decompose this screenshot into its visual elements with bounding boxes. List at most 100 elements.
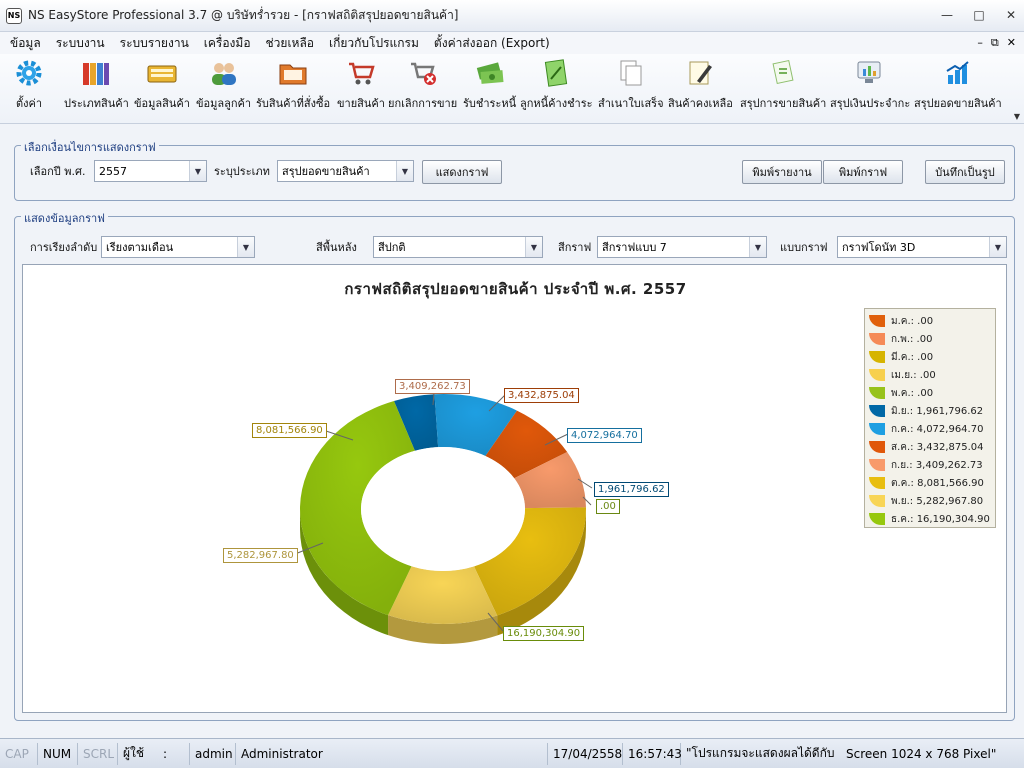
menu-reports[interactable]: ระบบรายงาน <box>120 34 189 53</box>
mdi-restore-icon[interactable]: ⧉ <box>991 36 999 50</box>
status-bar: CAP NUM SCRL ผู้ใช้ : admin Administrato… <box>0 738 1024 768</box>
chevron-down-icon[interactable]: ▼ <box>189 161 206 181</box>
sort-select[interactable]: เรียงตามเดือน ▼ <box>101 236 255 258</box>
legend-label: มี.ค.: .00 <box>891 351 934 363</box>
legend-item: ต.ค.: 8,081,566.90 <box>869 474 995 492</box>
menu-data[interactable]: ข้อมูล <box>10 34 41 53</box>
toolbar: ตั้งค่า ประเภทสินค้า ข้อมูลสินค้า ข้อมูล… <box>0 54 1024 124</box>
legend-swatch <box>869 405 885 417</box>
status-role: Administrator <box>236 742 548 765</box>
chart-panel: กราฟสถิติสรุปยอดขายสินค้า ประจำปี พ.ศ. 2… <box>22 264 1007 713</box>
legend-item: มิ.ย.: 1,961,796.62 <box>869 402 995 420</box>
toolbar-cancel-sale-button[interactable]: ยกเลิกการขาย <box>388 58 457 120</box>
background-label: สีพื้นหลัง <box>316 241 357 254</box>
app-icon: NS <box>6 7 22 24</box>
menu-system[interactable]: ระบบงาน <box>56 34 105 53</box>
legend-label: ม.ค.: .00 <box>891 315 934 327</box>
year-label: เลือกปี พ.ศ. <box>30 165 86 178</box>
legend-swatch <box>869 495 885 507</box>
graph-style-select[interactable]: กราฟโดนัท 3D ▼ <box>837 236 1007 258</box>
minimize-icon[interactable]: — <box>940 8 954 22</box>
status-cap: CAP <box>0 742 38 765</box>
menu-bar: ข้อมูล ระบบงาน ระบบรายงาน เครื่องมือ ช่ว… <box>0 32 1024 54</box>
menu-about[interactable]: เกี่ยวกับโปรแกรม <box>329 34 419 53</box>
bar-chart-icon <box>943 58 973 88</box>
folder-icon <box>278 58 308 88</box>
legend-swatch <box>869 315 885 327</box>
chevron-down-icon[interactable]: ▼ <box>525 237 542 257</box>
background-select[interactable]: สีปกติ ▼ <box>373 236 543 258</box>
graph-display-title: แสดงข้อมูลกราฟ <box>21 209 108 227</box>
year-select[interactable]: 2557 ▼ <box>94 160 207 182</box>
legend-label: พ.ค.: .00 <box>891 387 934 399</box>
toolbar-product-data-button[interactable]: ข้อมูลสินค้า <box>134 58 190 120</box>
legend-swatch <box>869 333 885 345</box>
chevron-down-icon[interactable]: ▼ <box>989 237 1006 257</box>
notepad-pen-icon <box>685 58 715 88</box>
toolbar-receipt-copy-button[interactable]: สำเนาใบเสร็จ <box>598 58 664 120</box>
monitor-chart-icon <box>855 58 885 88</box>
graph-color-select[interactable]: สีกราฟแบบ 7 ▼ <box>597 236 767 258</box>
toolbar-stock-button[interactable]: สินค้าคงเหลือ <box>668 58 733 120</box>
type-select[interactable]: สรุปยอดขายสินค้า ▼ <box>277 160 414 182</box>
toolbar-customer-data-button[interactable]: ข้อมูลลูกค้า <box>196 58 251 120</box>
donut-hole <box>361 447 525 571</box>
print-report-button[interactable]: พิมพ์รายงาน <box>742 160 822 184</box>
menu-help[interactable]: ช่วยเหลือ <box>266 34 315 53</box>
donut-chart <box>294 391 593 644</box>
chevron-down-icon[interactable]: ▼ <box>237 237 254 257</box>
toolbar-sales-total-button[interactable]: สรุปยอดขายสินค้า <box>914 58 1002 120</box>
show-graph-button[interactable]: แสดงกราฟ <box>422 160 502 184</box>
graph-color-label: สีกราฟ <box>558 241 592 254</box>
cart-icon <box>346 58 376 88</box>
sort-label: การเรียงลำดับ <box>30 241 98 254</box>
chevron-down-icon[interactable]: ▼ <box>396 161 413 181</box>
toolbar-sell-button[interactable]: ขายสินค้า <box>337 58 385 120</box>
print-graph-button[interactable]: พิมพ์กราฟ <box>823 160 903 184</box>
legend-swatch <box>869 423 885 435</box>
legend-swatch <box>869 513 885 525</box>
type-label: ระบุประเภท <box>214 165 270 178</box>
legend-label: ก.พ.: .00 <box>891 333 933 345</box>
toolbar-overflow-icon[interactable]: ▼ <box>1014 112 1020 121</box>
status-time: 16:57:43 <box>623 742 682 765</box>
legend-item: พ.ย.: 5,282,967.80 <box>869 492 995 510</box>
cart-cancel-icon <box>408 58 438 88</box>
copy-icon <box>616 58 646 88</box>
toolbar-sales-summary-button[interactable]: สรุปการขายสินค้า <box>740 58 826 120</box>
data-label: 8,081,566.90 <box>252 423 327 438</box>
menu-export[interactable]: ตั้งค่าส่งออก (Export) <box>434 34 550 53</box>
legend-item: ก.พ.: .00 <box>869 330 995 348</box>
legend-item: มี.ค.: .00 <box>869 348 995 366</box>
toolbar-debt-payment-button[interactable]: รับชำระหนี้ <box>463 58 516 120</box>
legend-swatch <box>869 351 885 363</box>
legend-label: ก.ค.: 4,072,964.70 <box>891 423 984 435</box>
toolbar-receive-goods-button[interactable]: รับสินค้าที่สั่งซื้อ <box>256 58 330 120</box>
legend-label: ก.ย.: 3,409,262.73 <box>891 459 983 471</box>
close-icon[interactable]: ✕ <box>1004 8 1018 22</box>
data-label: 3,409,262.73 <box>395 379 470 394</box>
data-label: 1,961,796.62 <box>594 482 669 497</box>
legend-label: เม.ย.: .00 <box>891 369 936 381</box>
mdi-minimize-icon[interactable]: – <box>977 36 983 50</box>
save-image-button[interactable]: บันทึกเป็นรูป <box>925 160 1005 184</box>
toolbar-settings-button[interactable]: ตั้งค่า <box>14 58 44 120</box>
status-message: "โปรแกรมจะแสดงผลได้ดีกับ <box>686 746 835 760</box>
status-screen: Screen 1024 x 768 Pixel" <box>846 746 997 761</box>
maximize-icon[interactable]: □ <box>972 8 986 22</box>
legend-label: ต.ค.: 8,081,566.90 <box>891 477 984 489</box>
toolbar-product-types-button[interactable]: ประเภทสินค้า <box>64 58 129 120</box>
status-user-label: ผู้ใช้ <box>123 746 145 760</box>
toolbar-debtors-button[interactable]: ลูกหนี้ค้างชำระ <box>520 58 593 120</box>
menu-tools[interactable]: เครื่องมือ <box>204 34 251 53</box>
receipt-icon <box>768 58 798 88</box>
mdi-close-icon[interactable]: ✕ <box>1007 36 1016 50</box>
toolbar-shift-summary-button[interactable]: สรุปเงินประจำกะ <box>830 58 910 120</box>
chevron-down-icon[interactable]: ▼ <box>749 237 766 257</box>
keyboard-icon <box>147 58 177 88</box>
status-num: NUM <box>38 742 78 765</box>
legend-swatch <box>869 387 885 399</box>
status-colon: : <box>158 742 190 765</box>
legend-label: ส.ค.: 3,432,875.04 <box>891 441 984 453</box>
legend-swatch <box>869 369 885 381</box>
